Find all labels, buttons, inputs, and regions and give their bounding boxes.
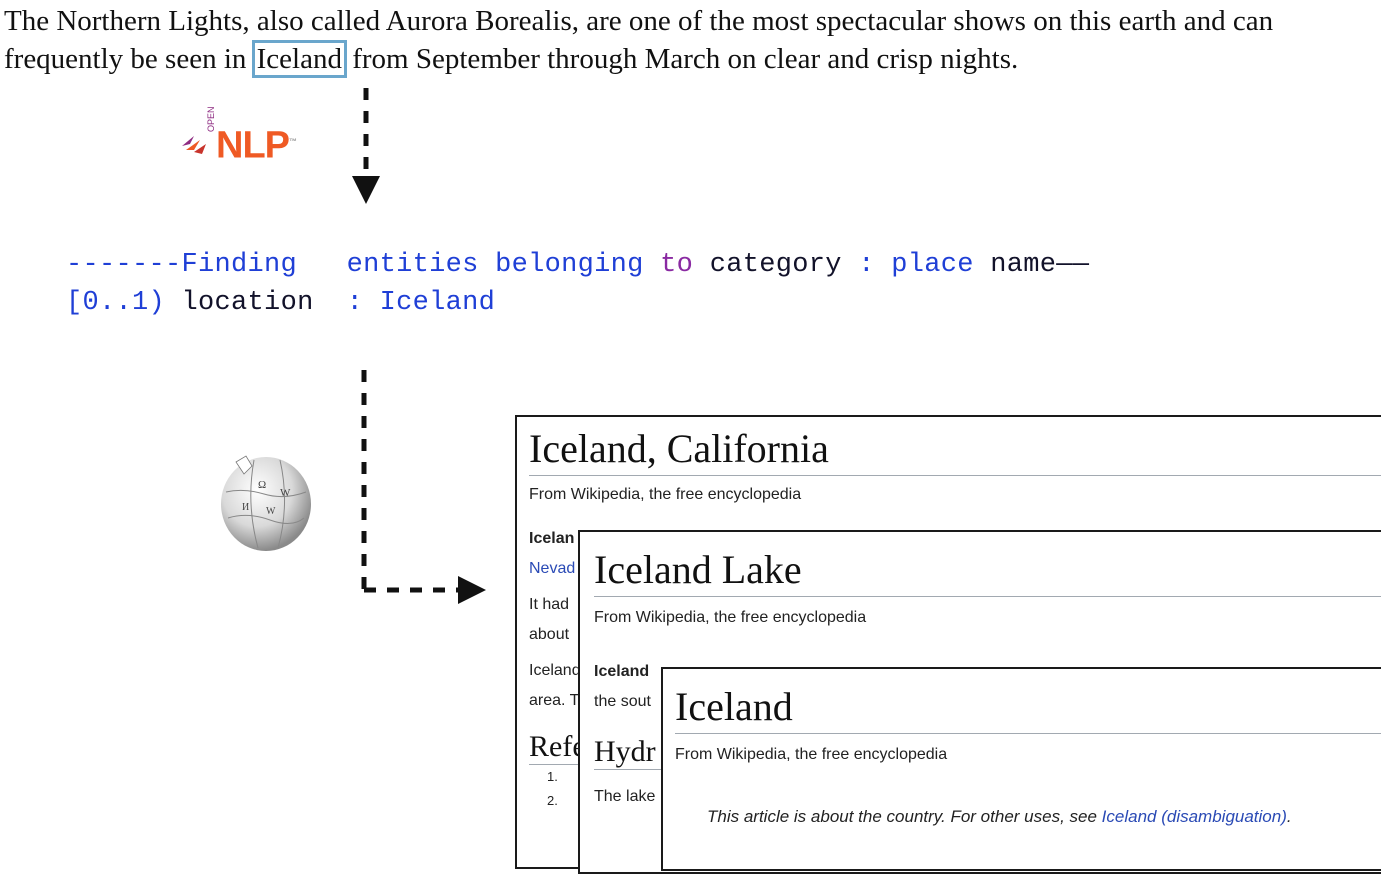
ner-output-line-2: [0..1) location : Iceland xyxy=(66,288,496,318)
ner-output-line-1: -------Finding entities belonging to cat… xyxy=(66,250,1090,280)
card-subtitle: From Wikipedia, the free encyclopedia xyxy=(675,746,948,763)
dashed-arrow-down-icon xyxy=(352,88,380,204)
card-title: Iceland, California xyxy=(529,425,1381,476)
svg-text:Ω: Ω xyxy=(258,479,266,491)
ner-output: -------Finding entities belonging to cat… xyxy=(66,246,1089,322)
disambiguation-link[interactable]: Iceland (disambiguation) xyxy=(1102,807,1287,826)
wikipedia-globe-icon: Ω W И W xyxy=(221,455,311,551)
svg-text:W: W xyxy=(280,487,291,499)
logo-nlp-text: NLP™ xyxy=(216,124,297,167)
svg-text:И: И xyxy=(242,502,249,513)
feather-icon xyxy=(182,136,206,154)
svg-text:W: W xyxy=(266,506,276,517)
wiki-card-iceland[interactable]: Iceland From Wikipedia, the free encyclo… xyxy=(661,667,1381,871)
card-title: Iceland xyxy=(675,683,1381,734)
hatnote: This article is about the country. For o… xyxy=(707,807,1292,826)
card-subtitle: From Wikipedia, the free encyclopedia xyxy=(529,486,802,503)
opennlp-logo-icon: OPEN NLP™ xyxy=(180,106,300,168)
card-title: Iceland Lake xyxy=(594,546,1381,597)
logo-open-text: OPEN xyxy=(206,106,216,132)
dashed-arrow-right-icon xyxy=(361,370,486,604)
card-subtitle: From Wikipedia, the free encyclopedia xyxy=(594,609,867,626)
